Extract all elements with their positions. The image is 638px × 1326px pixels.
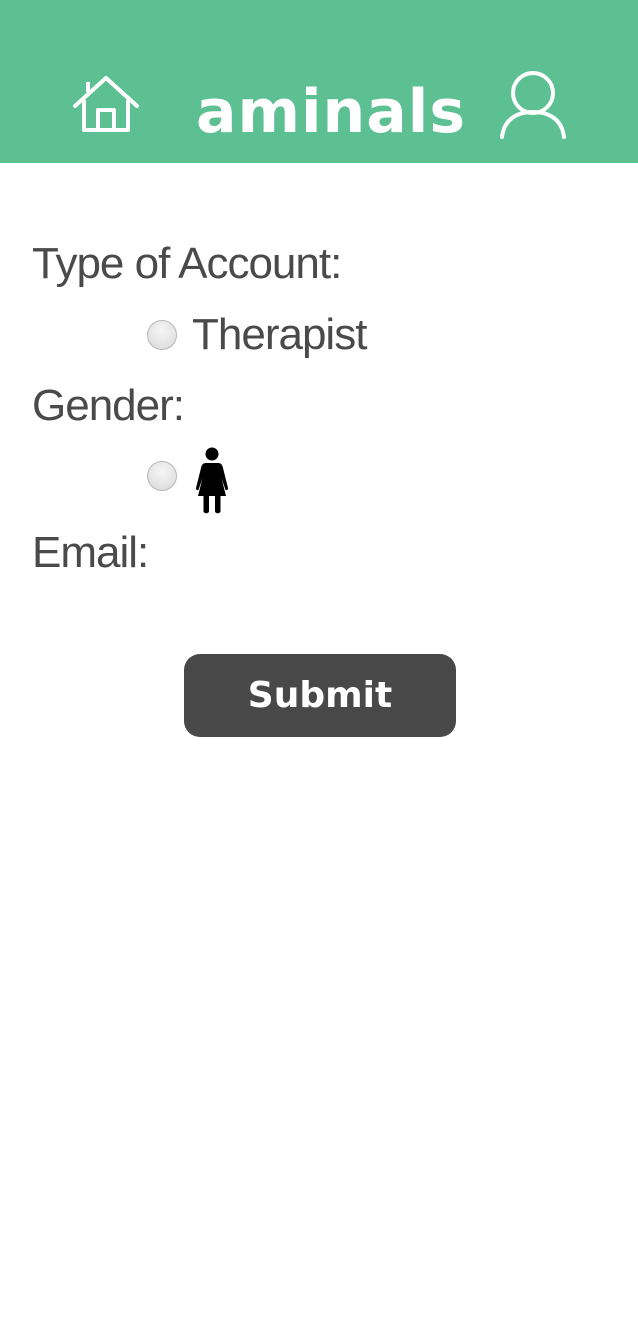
therapist-radio[interactable] [147,320,177,350]
account-type-label: Type of Account: [32,239,342,288]
gender-label: Gender: [32,381,185,430]
female-icon [195,447,229,514]
submit-button[interactable]: Submit [184,654,456,737]
therapist-option-label: Therapist [192,310,367,359]
gender-female-radio[interactable] [147,461,177,491]
profile-button[interactable] [496,70,570,140]
app-header: aminals [0,0,638,163]
email-label: Email: [32,528,149,577]
user-icon [500,71,566,139]
